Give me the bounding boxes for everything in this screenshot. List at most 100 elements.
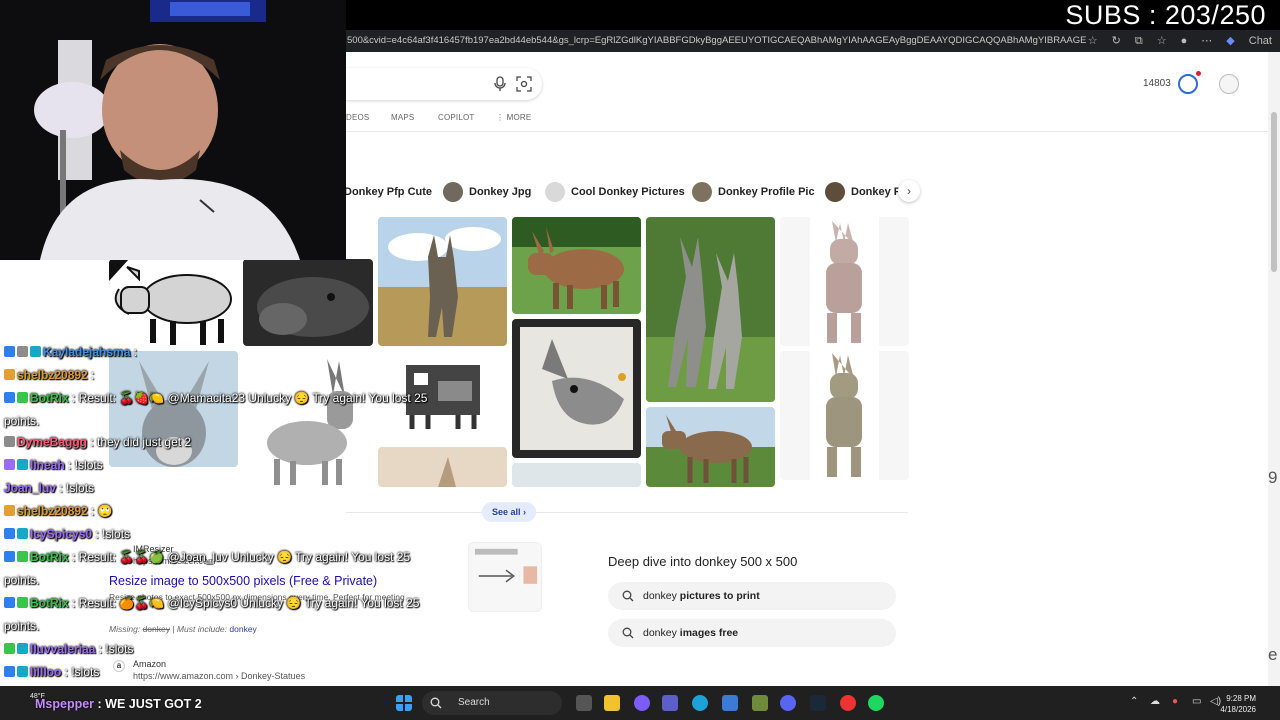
chat-badge-icon [4, 436, 15, 447]
more-icon[interactable]: ⋯ [1201, 30, 1212, 52]
chevron-right-icon[interactable]: › [898, 180, 920, 202]
cloud-icon[interactable]: ☁ [1150, 696, 1160, 707]
copilot-icon[interactable]: ◆ [1226, 30, 1234, 52]
nav-divider [346, 131, 1268, 132]
related-search-item[interactable]: donkey pictures to print [608, 582, 896, 610]
donkey-image[interactable] [780, 217, 909, 346]
see-all-button[interactable]: See all › [482, 502, 536, 522]
chat-message: Joan_luv : !slots [4, 478, 94, 498]
chat-badge-icon [17, 597, 28, 608]
chat-badge-icon [17, 666, 28, 677]
scroll-thumb[interactable] [1271, 112, 1277, 272]
teams-icon[interactable] [662, 695, 678, 711]
result-thumbnail[interactable] [468, 542, 542, 612]
related-search-bold: pictures to print [679, 590, 760, 602]
related-chip[interactable]: Cool Donkey Pictures [545, 181, 685, 203]
edge-browser-icon[interactable] [692, 695, 708, 711]
chip-thumbnail [692, 182, 712, 202]
missing-term: donkey [142, 624, 170, 634]
spotify-icon[interactable] [868, 695, 884, 711]
refresh-icon[interactable]: ↻ [1112, 30, 1121, 52]
extensions-icon[interactable]: ⧉ [1135, 30, 1143, 52]
chip-thumbnail [825, 182, 845, 202]
related-search-item[interactable]: donkey images free [608, 619, 896, 647]
visual-search-icon[interactable] [516, 76, 532, 92]
star-icon[interactable]: ☆ [1088, 30, 1098, 52]
app-icon[interactable] [752, 695, 768, 711]
rewards-points: 14803 [1143, 78, 1171, 89]
donkey-image[interactable] [378, 217, 507, 346]
chat-text: points. [4, 414, 40, 428]
tab-more[interactable]: ⋮ MORE [496, 113, 536, 122]
chat-text: : 🙄 [87, 504, 113, 518]
chat-text: : Result: 🍒🍓🍋 @Mamacita23 Unlucky 😔 Try … [68, 391, 428, 405]
donkey-image[interactable] [512, 463, 641, 487]
steam-icon[interactable] [810, 695, 826, 711]
chat-message: shelbz20892 : 🙄 [4, 501, 113, 521]
tray-chevron-icon[interactable]: ⌃ [1130, 696, 1138, 707]
donkey-image[interactable] [512, 217, 641, 314]
search-box[interactable] [346, 68, 542, 100]
rewards-icon[interactable] [1178, 74, 1198, 94]
related-chip[interactable]: Donkey Jpg [443, 181, 531, 203]
chat-message: BotRix : Result: 🍊🍒🍋 @IcySpicys0 Unlucky… [4, 593, 419, 613]
system-clock[interactable]: 9:28 PM 4/18/2026 [1220, 693, 1256, 715]
copilot-app-icon[interactable] [634, 695, 650, 711]
favorites-icon[interactable]: ☆ [1157, 30, 1167, 52]
chat-text: : [130, 345, 138, 359]
account-icon[interactable] [1219, 74, 1239, 94]
related-chip[interactable]: Donkey Pfp Cute [344, 181, 432, 203]
windows-start-icon[interactable] [396, 695, 412, 711]
url-text[interactable]: 500&cvid=e4c64af3f416457fb197ea2bd44eb54… [346, 30, 1086, 52]
file-explorer-icon[interactable] [604, 695, 620, 711]
result-site-name: Amazon [133, 659, 167, 669]
chat-badge-icon [4, 666, 15, 677]
volume-icon[interactable]: ◁) [1210, 696, 1221, 707]
donkey-image[interactable] [646, 407, 775, 487]
chat-username: IcySpicys0 [30, 527, 93, 541]
chat-badge-icon [4, 597, 15, 608]
tab-videos[interactable]: DEOS [346, 113, 369, 122]
donkey-image[interactable] [646, 217, 775, 402]
profile-icon[interactable]: ● [1181, 30, 1188, 52]
page-scrollbar[interactable] [1268, 52, 1280, 686]
result-title-link[interactable]: Resize image to 500x500 pixels (Free & P… [109, 574, 377, 588]
obs-icon[interactable] [840, 695, 856, 711]
mic-tray-icon[interactable]: ● [1172, 696, 1178, 707]
donkey-image[interactable] [109, 259, 241, 346]
chat-text: : WE JUST GOT 2 [94, 697, 202, 711]
donkey-image[interactable] [780, 351, 909, 480]
donkey-image[interactable] [512, 319, 641, 458]
chat-button-label[interactable]: Chat [1249, 30, 1272, 52]
chat-badge-icon [17, 459, 28, 470]
related-chip[interactable]: Donkey Profile Pic [692, 181, 815, 203]
donkey-image[interactable] [378, 447, 507, 487]
donkey-image[interactable] [243, 259, 373, 346]
donkey-image[interactable] [243, 351, 373, 487]
chat-text: : !slots [56, 481, 95, 495]
chat-badge-icon [30, 346, 41, 357]
chat-badge-icon [4, 346, 15, 357]
chat-text: points. [4, 573, 40, 587]
result-url[interactable]: https://www.amazon.com › Donkey-Statues [133, 671, 305, 681]
discord-icon[interactable] [780, 695, 796, 711]
tab-copilot[interactable]: COPILOT [438, 113, 475, 122]
chat-text: : Result: 🍊🍒🍋 @IcySpicys0 Unlucky 😔 Try … [68, 596, 420, 610]
chat-text: : Result: 🍒🍒🍏 @Joan_luv Unlucky 😔 Try ag… [68, 550, 411, 564]
chat-username: shelbz20892 [17, 368, 88, 382]
chat-message: BotRix : Result: 🍒🍒🍏 @Joan_luv Unlucky 😔… [4, 547, 410, 567]
chat-username: Mspepper [35, 697, 95, 711]
microphone-icon[interactable] [493, 76, 507, 92]
address-bar[interactable]: 500&cvid=e4c64af3f416457fb197ea2bd44eb54… [346, 30, 1280, 52]
chat-username: Joan_luv [4, 481, 57, 495]
taskbar-search[interactable]: Search [422, 691, 562, 715]
related-chip[interactable]: Donkey P [825, 181, 901, 203]
chat-badge-icon [4, 459, 15, 470]
search-icon [430, 697, 442, 709]
must-include-link[interactable]: donkey [229, 624, 256, 634]
tab-maps[interactable]: MAPS [391, 113, 414, 122]
task-view-icon[interactable] [576, 695, 592, 711]
chip-label: Cool Donkey Pictures [571, 186, 685, 198]
store-icon[interactable] [722, 695, 738, 711]
display-tray-icon[interactable]: ▭ [1192, 696, 1201, 707]
